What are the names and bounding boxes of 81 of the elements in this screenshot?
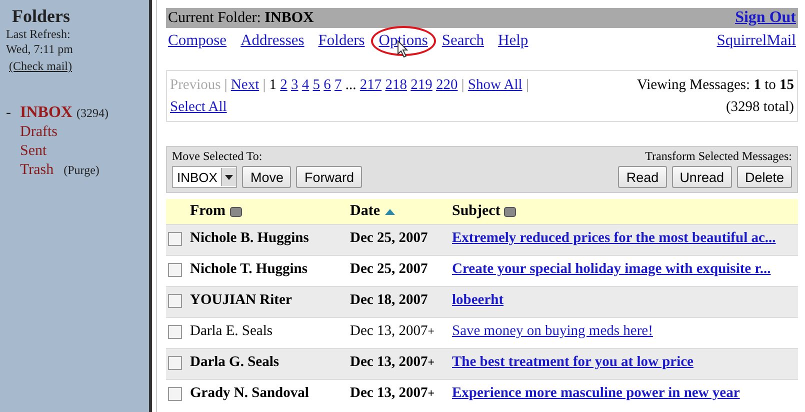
transform-label: Transform Selected Messages: <box>644 149 792 164</box>
folder-link[interactable]: Trash <box>20 162 54 179</box>
action-button[interactable]: Move <box>242 166 292 188</box>
subject-link[interactable]: lobeerht <box>452 292 504 308</box>
message-checkbox[interactable] <box>168 325 182 339</box>
column-header[interactable]: Date <box>350 203 380 220</box>
date-cell: Dec 25, 2007 <box>350 261 428 277</box>
sort-ascending-icon[interactable] <box>384 208 396 216</box>
nav-link[interactable]: Search <box>442 32 484 50</box>
current-folder-label: Current Folder: INBOX <box>168 10 314 26</box>
nav-link[interactable]: Help <box>498 32 528 50</box>
nav-link[interactable]: Options <box>378 32 428 49</box>
previous-label: Previous <box>170 77 221 93</box>
nav-link[interactable]: Folders <box>318 32 365 50</box>
folder-link[interactable]: INBOX <box>20 104 72 122</box>
page-link[interactable]: 4 <box>302 77 310 93</box>
page-link[interactable]: 2 <box>280 77 288 93</box>
page-link[interactable]: 218 <box>385 77 407 93</box>
action-button[interactable]: Forward <box>296 166 362 188</box>
page-link[interactable]: 217 <box>360 77 382 93</box>
sender-cell: YOUJIAN Riter <box>188 286 348 318</box>
page-link[interactable]: Next <box>230 77 260 93</box>
sender-cell: Darla E. Seals <box>188 318 348 348</box>
nav-link[interactable]: Compose <box>168 32 227 50</box>
date-cell: Dec 18, 2007 <box>350 292 428 308</box>
move-label: Move Selected To: <box>172 149 264 164</box>
viewing-messages-text: Viewing Messages: 1 to 15 <box>636 76 794 95</box>
sender-cell: Nichole B. Huggins <box>188 224 348 256</box>
message-checkbox[interactable] <box>168 356 182 370</box>
page-link[interactable]: 6 <box>324 77 331 93</box>
folder-link[interactable]: Sent <box>20 143 47 160</box>
nav-link[interactable]: Addresses <box>240 32 304 50</box>
folder-count: (3294) <box>76 106 108 121</box>
separator: | <box>461 77 464 93</box>
page-link[interactable]: 5 <box>312 77 320 93</box>
squirrelmail-link[interactable]: SquirrelMail <box>716 32 796 50</box>
subject-link[interactable]: Create your special holiday image with exquisite r... <box>452 261 771 277</box>
caret-icon <box>225 174 234 180</box>
action-button[interactable]: Read <box>618 166 667 188</box>
page-link[interactable]: 220 <box>436 77 458 93</box>
message-checkbox[interactable] <box>168 232 182 246</box>
separator: | <box>262 77 266 93</box>
subject-link[interactable]: Save money on buying meds here! <box>452 323 653 339</box>
action-button[interactable]: Unread <box>672 166 732 188</box>
date-cell: Dec 25, 2007 <box>350 230 428 246</box>
folder-dropdown[interactable]: INBOX <box>172 166 238 188</box>
date-cell: Dec 13, 2007 <box>350 385 428 401</box>
last-refresh-time: Wed, 7:11 pm <box>6 42 73 57</box>
folder-link[interactable]: Drafts <box>20 124 58 141</box>
date-cell: Dec 13, 2007 <box>350 354 428 370</box>
page-number: ... <box>345 77 356 93</box>
sidebar-title: Folders <box>12 6 70 27</box>
message-checkbox[interactable] <box>168 294 182 308</box>
column-header[interactable]: Subject <box>452 203 500 220</box>
check-mail-link[interactable]: (Check mail) <box>9 59 72 74</box>
page-link[interactable]: 3 <box>291 77 298 93</box>
separator: | <box>224 77 228 93</box>
purge-link[interactable]: (Purge) <box>64 163 100 178</box>
sender-cell: Nichole T. Huggins <box>188 256 348 286</box>
sort-icon[interactable] <box>230 206 242 216</box>
subject-link[interactable]: Experience more masculine power in new year <box>452 385 740 401</box>
page-link[interactable]: 219 <box>410 77 432 93</box>
column-header[interactable]: From <box>190 203 226 220</box>
separator: | <box>526 77 529 93</box>
attachment-mark: + <box>428 355 435 369</box>
total-count: (3298 total) <box>724 98 794 117</box>
date-cell: Dec 13, 2007 <box>350 323 428 339</box>
message-checkbox[interactable] <box>168 387 182 401</box>
attachment-mark: + <box>428 324 434 338</box>
last-refresh-label: Last Refresh: <box>6 27 70 42</box>
attachment-mark: + <box>428 386 435 400</box>
action-button[interactable]: Delete <box>736 166 792 188</box>
page-link[interactable]: Show All <box>468 77 522 93</box>
page-link[interactable]: 7 <box>334 77 342 93</box>
collapse-marker[interactable]: - <box>6 105 16 122</box>
sender-cell: Darla G. Seals <box>188 348 348 380</box>
page-link[interactable]: Select All <box>170 99 227 115</box>
message-checkbox[interactable] <box>168 263 182 277</box>
sort-icon[interactable] <box>504 206 516 216</box>
sign-out-link[interactable]: Sign Out <box>735 9 796 27</box>
page-number: 1 <box>269 77 276 93</box>
